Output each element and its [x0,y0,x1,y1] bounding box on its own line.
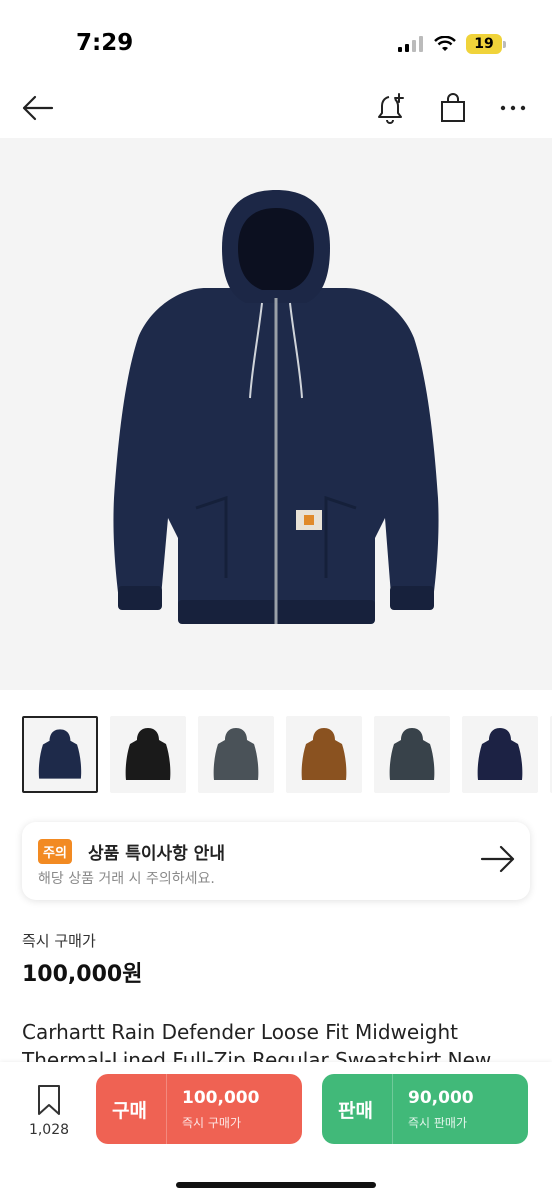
price-value: 100,000원 [22,962,143,987]
thumbnail-2[interactable] [110,716,186,793]
thumbnail-6[interactable] [462,716,538,793]
thumbnail-5[interactable] [374,716,450,793]
bell-plus-icon [378,93,404,124]
buy-label: 구매 [112,1100,147,1122]
battery-icon: 19 [466,34,506,54]
sell-button[interactable]: 판매 90,000 즉시 판매가 [322,1074,528,1144]
thumbnail-strip [22,716,552,796]
nav-bar [0,80,552,138]
back-button[interactable] [18,88,58,128]
cart-button[interactable] [433,88,473,128]
home-indicator [176,1182,376,1188]
arrow-right-icon [480,845,515,873]
status-icons: 19 [398,34,506,54]
status-bar: 7:29 19 [0,0,552,80]
status-time: 7:29 [76,30,134,56]
shopping-bag-icon [441,93,465,122]
thumb-jacket-5 [389,728,435,780]
thumb-jacket-4 [301,728,347,780]
sell-label: 판매 [338,1100,373,1122]
buy-subtitle: 즉시 구매가 [182,1116,242,1130]
notice-title: 상품 특이사항 안내 [88,844,225,864]
product-title: Carhartt Rain Defender Loose Fit Midweig… [22,1020,492,1066]
thumb-jacket-6 [477,728,523,780]
thumbnail-1[interactable] [22,716,98,793]
notice-card[interactable]: 주의 상품 특이사항 안내 해당 상품 거래 시 주의하세요. [22,822,530,900]
thumb-jacket-2 [125,728,171,780]
wishlist-count: 1,028 [28,1122,70,1138]
sell-subtitle: 즉시 판매가 [408,1116,468,1130]
product-image[interactable] [0,138,552,690]
thumb-jacket-1 [38,729,82,779]
sell-price: 90,000 [408,1088,474,1108]
buy-button[interactable]: 구매 100,000 즉시 구매가 [96,1074,302,1144]
alert-button[interactable] [372,88,412,128]
more-dots-icon [500,105,526,111]
thumbnail-3[interactable] [198,716,274,793]
wishlist-button[interactable]: 1,028 [24,1084,74,1138]
wifi-icon [434,36,456,51]
battery-level: 19 [466,34,502,54]
jacket-image [113,190,439,624]
notice-badge: 주의 [38,839,72,864]
bottom-action-bar: 1,028 구매 100,000 즉시 구매가 판매 90,000 즉시 판매가 [0,1062,552,1200]
more-button[interactable] [493,88,533,128]
thumb-jacket-3 [213,728,259,780]
bookmark-icon [38,1085,60,1115]
price-label: 즉시 구매가 [22,932,96,950]
thumbnail-4[interactable] [286,716,362,793]
signal-icon [398,36,423,52]
buy-price: 100,000 [182,1088,260,1108]
back-arrow-icon [22,95,54,121]
notice-subtitle: 해당 상품 거래 시 주의하세요. [38,871,215,887]
